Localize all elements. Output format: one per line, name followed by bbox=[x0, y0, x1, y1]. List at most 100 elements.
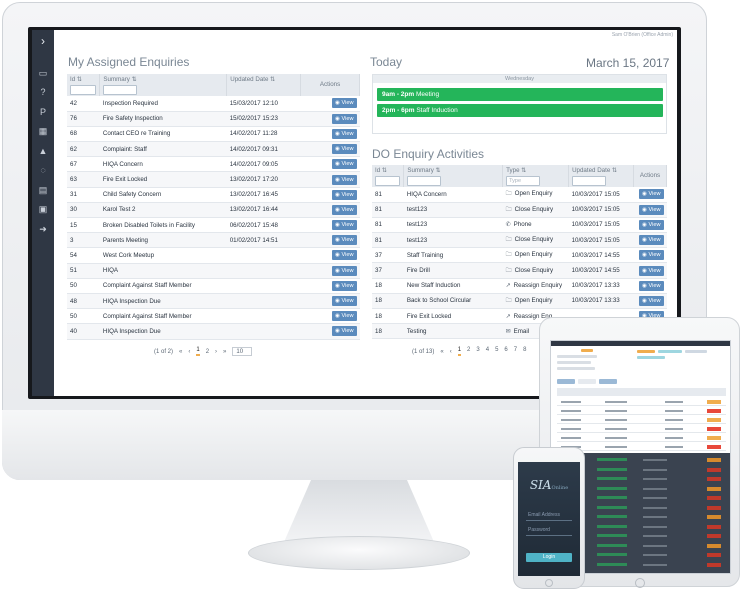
grid-icon[interactable]: ▤ bbox=[32, 183, 54, 197]
calendar-icon[interactable]: ▦ bbox=[32, 125, 54, 139]
row-updated: 14/02/2017 09:05 bbox=[226, 156, 301, 173]
view-button[interactable]: ◉ View bbox=[332, 174, 357, 185]
row-id: 48 bbox=[67, 293, 100, 310]
table-row[interactable]: 54 West Cork Meetup ◉ View bbox=[67, 247, 360, 264]
view-button[interactable]: ◉ View bbox=[332, 159, 357, 170]
page-5[interactable]: 5 bbox=[495, 347, 498, 356]
page-1[interactable]: 1 bbox=[196, 347, 200, 356]
assigned-col-id[interactable]: Id ⇅ bbox=[67, 74, 101, 96]
table-row[interactable]: 76 Fire Safety Inspection 15/02/2017 15:23… bbox=[67, 111, 360, 127]
page-2[interactable]: 2 bbox=[467, 347, 470, 356]
id-filter-input[interactable] bbox=[70, 85, 97, 95]
table-row[interactable]: 81 test123 ✆ Phone 10/03/2017 15:05 ◉ View bbox=[372, 217, 667, 234]
view-button[interactable]: ◉ View bbox=[332, 204, 357, 215]
view-button[interactable]: ◉ View bbox=[332, 113, 357, 124]
view-button[interactable]: ◉ View bbox=[332, 280, 357, 291]
row-updated: 10/03/2017 15:05 bbox=[568, 202, 634, 218]
table-row[interactable]: 50 Complaint Against Staff Member ◉ View bbox=[67, 308, 360, 325]
summary-filter-input[interactable] bbox=[103, 85, 138, 95]
logout-icon[interactable]: ➜ bbox=[32, 222, 54, 236]
date-filter-input[interactable] bbox=[572, 176, 607, 186]
phone-email-field[interactable]: Email Address bbox=[526, 510, 572, 521]
table-row[interactable]: 37 Staff Training 🗀 Open Enquiry 10/03/2017 … bbox=[372, 247, 667, 264]
prev-page-icon[interactable]: ‹ bbox=[450, 349, 452, 355]
view-button[interactable]: ◉ View bbox=[332, 311, 357, 322]
table-row[interactable]: 67 HIQA Concern 14/02/2017 09:05 ◉ View bbox=[67, 156, 360, 173]
activity-summary-filter-input[interactable] bbox=[407, 176, 442, 186]
next-page-icon[interactable]: › bbox=[215, 349, 217, 355]
table-row[interactable]: 51 HIQA ◉ View bbox=[67, 263, 360, 279]
view-button[interactable]: ◉ View bbox=[332, 189, 357, 200]
view-button[interactable]: ◉ View bbox=[332, 235, 357, 246]
lock-icon[interactable]: ▣ bbox=[32, 203, 54, 217]
table-row[interactable]: 30 Karol Test 2 13/02/2017 16:44 ◉ View bbox=[67, 202, 360, 219]
folder-icon: 🗀 bbox=[505, 297, 512, 304]
view-button[interactable]: ◉ View bbox=[639, 265, 664, 276]
table-row[interactable]: 81 test123 🗀 Close Enquiry 10/03/2017 15:05 ◉… bbox=[372, 232, 667, 249]
view-button[interactable]: ◉ View bbox=[332, 128, 357, 139]
activities-col-type[interactable]: Type ⇅ Type bbox=[502, 165, 570, 187]
view-button[interactable]: ◉ View bbox=[332, 265, 357, 276]
view-button[interactable]: ◉ View bbox=[639, 235, 664, 246]
page-6[interactable]: 6 bbox=[504, 347, 507, 356]
view-button[interactable]: ◉ View bbox=[639, 250, 664, 261]
table-row[interactable]: 42 Inspection Required 15/03/2017 12:10 ◉ V… bbox=[67, 96, 360, 112]
user-info[interactable]: Sam O'Brien (Office Admin) bbox=[612, 32, 673, 38]
view-button[interactable]: ◉ View bbox=[332, 144, 357, 155]
type-filter-select[interactable]: Type bbox=[506, 176, 541, 186]
page-4[interactable]: 4 bbox=[486, 347, 489, 356]
phone-login-button[interactable]: Login bbox=[526, 553, 572, 562]
activity-id-filter-input[interactable] bbox=[375, 176, 401, 186]
view-button[interactable]: ◉ View bbox=[332, 296, 357, 307]
view-button[interactable]: ◉ View bbox=[332, 250, 357, 261]
phone-password-field[interactable]: Password bbox=[526, 525, 572, 536]
page-8[interactable]: 8 bbox=[523, 347, 526, 356]
table-row[interactable]: 48 HIQA Inspection Due ◉ View bbox=[67, 293, 360, 310]
calendar-event-staff-induction[interactable]: 2pm - 6pm Staff Induction bbox=[377, 104, 663, 117]
graduation-icon[interactable]: ▲ bbox=[32, 144, 54, 158]
first-page-icon[interactable]: « bbox=[179, 349, 182, 355]
page-7[interactable]: 7 bbox=[514, 347, 517, 356]
activities-col-id[interactable]: Id ⇅ bbox=[372, 165, 405, 187]
assigned-col-summary[interactable]: Summary ⇅ bbox=[99, 74, 228, 96]
table-row[interactable]: 68 Contact CEO re Training 14/02/2017 11:2… bbox=[67, 126, 360, 143]
parking-icon[interactable]: P bbox=[32, 105, 54, 119]
help-icon[interactable]: ? bbox=[32, 86, 54, 100]
table-row[interactable]: 3 Parents Meeting 01/02/2017 14:51 ◉ View bbox=[67, 232, 360, 249]
page-2[interactable]: 2 bbox=[206, 349, 209, 355]
view-button[interactable]: ◉ View bbox=[639, 280, 664, 291]
table-row[interactable]: 81 test123 🗀 Close Enquiry 10/03/2017 15:05 ◉… bbox=[372, 202, 667, 218]
table-row[interactable]: 40 HIQA Inspection Due ◉ View bbox=[67, 323, 360, 340]
view-button[interactable]: ◉ View bbox=[639, 204, 664, 215]
table-row[interactable]: 18 New Staff Induction ↗ Reassign Enquiry 10… bbox=[372, 278, 667, 294]
page-1[interactable]: 1 bbox=[457, 347, 462, 356]
first-page-icon[interactable]: « bbox=[440, 349, 443, 355]
table-row[interactable]: 31 Child Safety Concern 13/02/2017 16:45 ◉ … bbox=[67, 187, 360, 203]
view-button[interactable]: ◉ View bbox=[639, 295, 664, 306]
row-id: 81 bbox=[372, 232, 404, 249]
view-button[interactable]: ◉ View bbox=[332, 220, 357, 231]
activities-col-summary[interactable]: Summary ⇅ bbox=[403, 165, 504, 187]
monitor-icon[interactable]: ▭ bbox=[32, 66, 54, 80]
table-row[interactable]: 63 Fire Exit Locked 13/02/2017 17:20 ◉ View bbox=[67, 171, 360, 188]
chat-icon[interactable]: ◌ bbox=[32, 164, 54, 178]
table-row[interactable]: 50 Complaint Against Staff Member ◉ View bbox=[67, 278, 360, 294]
table-row[interactable]: 62 Complaint: Staff 14/02/2017 09:31 ◉ View bbox=[67, 141, 360, 158]
last-page-icon[interactable]: » bbox=[223, 349, 226, 355]
chevron-right-icon[interactable]: › bbox=[32, 34, 54, 48]
assigned-col-updated[interactable]: Updated Date ⇅ bbox=[226, 74, 302, 96]
table-row[interactable]: 81 HIQA Concern 🗀 Open Enquiry 10/03/2017 15… bbox=[372, 187, 667, 203]
view-button[interactable]: ◉ View bbox=[639, 189, 664, 200]
prev-page-icon[interactable]: ‹ bbox=[188, 349, 190, 355]
table-row[interactable]: 15 Broken Disabled Toilets in Facility 06/… bbox=[67, 217, 360, 234]
table-row[interactable]: 18 Back to School Circular 🗀 Open Enquiry 10… bbox=[372, 293, 667, 310]
calendar-event-meeting[interactable]: 9am - 2pm Meeting bbox=[377, 88, 663, 101]
view-button[interactable]: ◉ View bbox=[332, 326, 357, 337]
activities-col-updated[interactable]: Updated Date ⇅ bbox=[568, 165, 634, 187]
view-button[interactable]: ◉ View bbox=[332, 98, 357, 109]
table-row[interactable]: 37 Fire Drill 🗀 Close Enquiry 10/03/2017 14:… bbox=[372, 262, 667, 279]
view-button[interactable]: ◉ View bbox=[639, 219, 664, 230]
row-actions: ◉ View bbox=[633, 232, 667, 249]
page-3[interactable]: 3 bbox=[476, 347, 479, 356]
page-size-select[interactable]: 10 bbox=[232, 347, 253, 356]
